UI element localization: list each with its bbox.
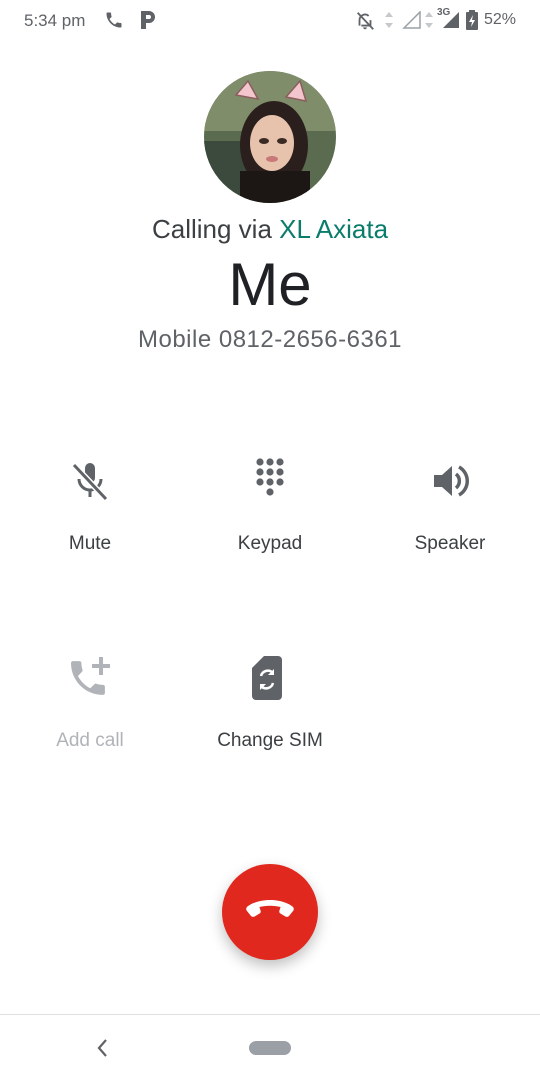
calling-via-label: Calling via <box>151 214 272 244</box>
call-end-icon <box>244 898 296 927</box>
add-call-button[interactable]: Add call <box>0 654 180 752</box>
speaker-button[interactable]: Speaker <box>360 457 540 555</box>
dialpad-icon <box>246 457 294 505</box>
mute-label: Mute <box>68 533 112 554</box>
home-pill-button[interactable] <box>249 1041 291 1055</box>
add-call-icon <box>66 654 114 702</box>
carrier-name: XL Axiata <box>279 214 389 244</box>
calling-via-line: Calling via XL Axiata <box>0 214 540 245</box>
battery-percentage: 52% <box>483 11 516 28</box>
caller-avatar <box>204 71 336 203</box>
speaker-label: Speaker <box>414 533 486 554</box>
signal-empty-icon <box>402 10 422 34</box>
change-sim-button[interactable]: Change SIM <box>180 654 360 752</box>
battery-charging-icon <box>466 10 478 35</box>
status-time: 5:34 pm <box>24 11 86 30</box>
back-chevron-icon[interactable] <box>94 1037 112 1064</box>
end-call-button[interactable] <box>222 864 318 960</box>
p-app-icon <box>138 9 158 36</box>
data-arrows-icon <box>424 10 434 35</box>
volume-up-icon <box>426 457 474 505</box>
keypad-button[interactable]: Keypad <box>180 457 360 555</box>
change-sim-label: Change SIM <box>217 730 323 751</box>
notifications-off-icon <box>354 10 376 37</box>
add-call-label: Add call <box>56 730 124 751</box>
mute-button[interactable]: Mute <box>0 457 180 555</box>
signal-3g-icon <box>441 11 461 34</box>
data-arrows-icon <box>384 10 394 35</box>
status-bar: 5:34 pm 3G 52% <box>0 0 540 40</box>
caller-number: Mobile 0812-2656-6361 <box>137 326 403 353</box>
swap-sim-icon <box>246 654 294 702</box>
caller-name: Me <box>228 251 312 318</box>
mic-off-icon <box>66 457 114 505</box>
navigation-bar <box>0 1014 540 1081</box>
keypad-label: Keypad <box>237 533 303 554</box>
phone-icon <box>104 10 124 35</box>
